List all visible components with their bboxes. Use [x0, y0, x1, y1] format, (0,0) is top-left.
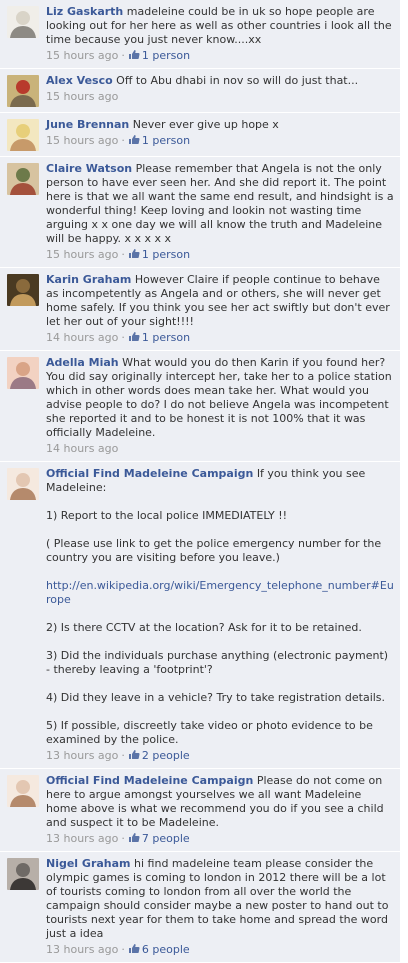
thumbs-up-icon — [128, 49, 142, 62]
profile-photo-icon — [7, 6, 39, 38]
comment-meta: 13 hours ago · 7 people — [46, 832, 394, 846]
comment-item: Liz Gaskarth madeleine could be in uk so… — [0, 0, 400, 69]
thumbs-up-icon — [128, 248, 142, 261]
profile-photo-icon — [7, 274, 39, 306]
likes-count-link[interactable]: 2 people — [142, 749, 190, 762]
avatar[interactable] — [7, 75, 39, 107]
comment-item: Karin Graham However Claire if people co… — [0, 268, 400, 351]
comment-item: Adella Miah What would you do then Karin… — [0, 351, 400, 462]
comment-paragraph: 3) Did the individuals purchase anything… — [46, 649, 389, 676]
thumbs-up-icon — [128, 943, 142, 956]
avatar[interactable] — [7, 357, 39, 389]
comment-paragraph: 5) If possible, discreetly take video or… — [46, 719, 373, 746]
comment-author[interactable]: Alex Vesco — [46, 74, 113, 87]
comment-author[interactable]: Claire Watson — [46, 162, 132, 175]
comment-paragraph: 1) Report to the local police IMMEDIATEL… — [46, 509, 288, 522]
comment-item: Alex Vesco Off to Abu dhabi in nov so wi… — [0, 69, 400, 113]
avatar[interactable] — [7, 468, 39, 500]
comment-list: Liz Gaskarth madeleine could be in uk so… — [0, 0, 400, 963]
separator-dot: · — [121, 331, 125, 344]
profile-photo-icon — [7, 357, 39, 389]
thumbs-up-icon — [128, 134, 142, 147]
comment-timestamp[interactable]: 13 hours ago — [46, 832, 118, 845]
comment-timestamp[interactable]: 14 hours ago — [46, 442, 118, 455]
avatar[interactable] — [7, 775, 39, 807]
profile-photo-icon — [7, 119, 39, 151]
comment-item: Official Find Madeleine Campaign If you … — [0, 462, 400, 769]
comment-meta: 13 hours ago · 6 people — [46, 943, 394, 957]
likes-count-link[interactable]: 1 person — [142, 331, 190, 344]
comment-meta: 13 hours ago · 2 people — [46, 749, 394, 763]
thumbs-up-icon — [128, 832, 142, 845]
separator-dot: · — [121, 943, 125, 956]
likes-count-link[interactable]: 1 person — [142, 248, 190, 261]
comment-author[interactable]: Official Find Madeleine Campaign — [46, 467, 253, 480]
comment-meta: 15 hours ago — [46, 90, 394, 104]
separator-dot: · — [121, 832, 125, 845]
profile-photo-icon — [7, 775, 39, 807]
profile-photo-icon — [7, 163, 39, 195]
comment-meta: 15 hours ago · 1 person — [46, 134, 394, 148]
emergency-number-link[interactable]: http://en.wikipedia.org/wiki/Emergency_t… — [46, 579, 394, 606]
profile-photo-icon — [7, 468, 39, 500]
comment-timestamp[interactable]: 15 hours ago — [46, 134, 118, 147]
comment-timestamp[interactable]: 15 hours ago — [46, 248, 118, 261]
profile-photo-icon — [7, 75, 39, 107]
thumbs-up-icon — [128, 749, 142, 762]
thumbs-up-icon — [128, 331, 142, 344]
comment-paragraph: 4) Did they leave in a vehicle? Try to t… — [46, 691, 386, 704]
separator-dot: · — [121, 749, 125, 762]
comment-item: Official Find Madeleine Campaign Please … — [0, 769, 400, 852]
comment-timestamp[interactable]: 15 hours ago — [46, 90, 118, 103]
likes-count-link[interactable]: 1 person — [142, 49, 190, 62]
likes-count-link[interactable]: 6 people — [142, 943, 190, 956]
avatar[interactable] — [7, 119, 39, 151]
profile-photo-icon — [7, 858, 39, 890]
comment-paragraph: 2) Is there CCTV at the location? Ask fo… — [46, 621, 362, 634]
comment-author[interactable]: June Brennan — [46, 118, 129, 131]
comment-text: Never ever give up hope x — [132, 118, 279, 131]
comment-author[interactable]: Liz Gaskarth — [46, 5, 123, 18]
likes-count-link[interactable]: 7 people — [142, 832, 190, 845]
avatar[interactable] — [7, 163, 39, 195]
comment-author[interactable]: Karin Graham — [46, 273, 131, 286]
comment-author[interactable]: Nigel Graham — [46, 857, 131, 870]
separator-dot: · — [121, 49, 125, 62]
separator-dot: · — [121, 248, 125, 261]
avatar[interactable] — [7, 274, 39, 306]
comment-item: June Brennan Never ever give up hope x 15… — [0, 113, 400, 157]
comment-text: Off to Abu dhabi in nov so will do just … — [116, 74, 359, 87]
comment-timestamp[interactable]: 15 hours ago — [46, 49, 118, 62]
likes-count-link[interactable]: 1 person — [142, 134, 190, 147]
comment-item: Claire Watson Please remember that Angel… — [0, 157, 400, 268]
comment-meta: 14 hours ago · 1 person — [46, 331, 394, 345]
separator-dot: · — [121, 134, 125, 147]
comment-timestamp[interactable]: 13 hours ago — [46, 943, 118, 956]
comment-meta: 15 hours ago · 1 person — [46, 49, 394, 63]
avatar[interactable] — [7, 6, 39, 38]
comment-meta: 14 hours ago — [46, 442, 394, 456]
comment-item: Nigel Graham hi find madeleine team plea… — [0, 852, 400, 963]
comment-paragraph: ( Please use link to get the police emer… — [46, 537, 382, 564]
comment-meta: 15 hours ago · 1 person — [46, 248, 394, 262]
comment-timestamp[interactable]: 14 hours ago — [46, 331, 118, 344]
avatar[interactable] — [7, 858, 39, 890]
comment-timestamp[interactable]: 13 hours ago — [46, 749, 118, 762]
comment-author[interactable]: Adella Miah — [46, 356, 119, 369]
comment-author[interactable]: Official Find Madeleine Campaign — [46, 774, 253, 787]
